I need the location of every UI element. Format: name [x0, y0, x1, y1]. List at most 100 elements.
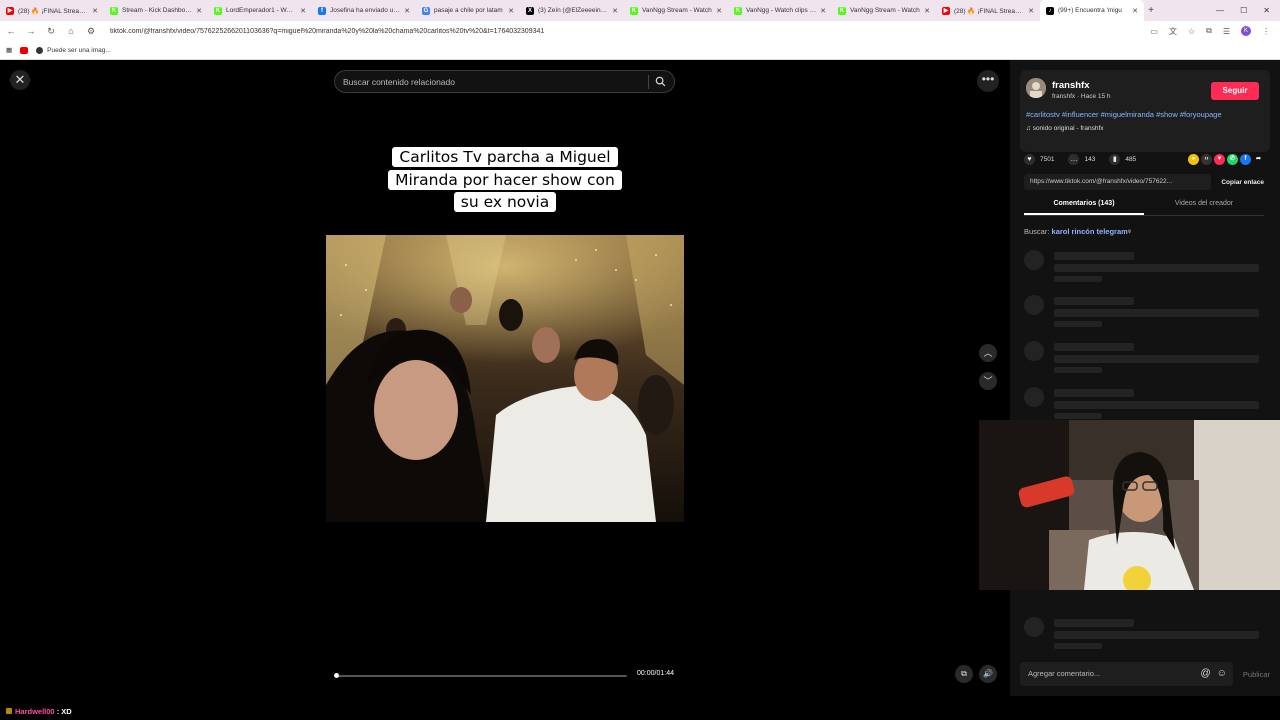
tab-favicon-icon: K: [838, 6, 846, 15]
close-window-icon[interactable]: ✕: [1263, 6, 1270, 15]
share-buttons: ● ‹› ▼ ✆ f ➦: [1188, 153, 1264, 165]
youtube-icon: [20, 46, 29, 54]
progress-knob[interactable]: [334, 673, 339, 678]
browser-tab[interactable]: Gpasaje a chile por latam ✕: [416, 0, 520, 21]
tab-creator-videos[interactable]: Videos del creador: [1144, 200, 1264, 215]
share-arrow-icon[interactable]: ➦: [1253, 154, 1264, 165]
author-avatar[interactable]: [1026, 78, 1046, 98]
save-count: 485: [1125, 155, 1137, 163]
comment-bar: Agregar comentario... @ ☺ Publicar: [1020, 662, 1270, 686]
browser-tab[interactable]: K VanNgg Stream - Watch ✕: [624, 0, 728, 21]
translate-icon[interactable]: 文: [1169, 26, 1177, 37]
embed-icon[interactable]: ‹›: [1201, 153, 1212, 165]
forward-icon[interactable]: →: [26, 26, 36, 36]
volume-button[interactable]: 🔊: [979, 665, 997, 683]
browser-tab[interactable]: K Stream - Kick Dashboard ✕: [104, 0, 208, 21]
publish-button[interactable]: Publicar: [1233, 670, 1270, 679]
search-icon[interactable]: [655, 76, 666, 87]
author-name[interactable]: franshfx: [1052, 80, 1089, 91]
address-bar: ← → ↻ ⌂ ⚙ tiktok.com/@franshfx/video/757…: [0, 21, 1280, 41]
whatsapp-icon[interactable]: ✆: [1227, 153, 1238, 165]
site-info-icon[interactable]: ⚙: [86, 26, 96, 37]
next-video-button[interactable]: ﹀: [979, 372, 997, 390]
video-column: Buscar contenido relacionado Carlitos Tv…: [326, 60, 684, 696]
minimize-icon[interactable]: —: [1216, 6, 1224, 15]
tab-close-icon[interactable]: ✕: [820, 7, 826, 15]
caption-line: su ex novia: [453, 192, 557, 212]
tab-title: LordEmperador1 - Watch: [226, 7, 297, 14]
chat-badge-icon: [6, 708, 12, 714]
sidebar-icon[interactable]: ☰: [1223, 27, 1230, 36]
related-search-input[interactable]: Buscar contenido relacionado: [334, 70, 675, 93]
bookmark-icon: ▮: [1109, 153, 1121, 165]
bookmark-star-icon[interactable]: ☆: [1188, 27, 1195, 36]
chat-message: XD: [61, 707, 72, 716]
coin-icon[interactable]: ●: [1188, 153, 1199, 165]
url-field[interactable]: tiktok.com/@franshfx/video/7576225266201…: [106, 28, 1140, 35]
search-placeholder: Buscar contenido relacionado: [343, 76, 455, 87]
tab-close-icon[interactable]: ✕: [196, 7, 202, 15]
comment-skeleton: [1024, 250, 1264, 286]
browser-tab[interactable]: K LordEmperador1 - Watch ✕: [208, 0, 312, 21]
like-stat[interactable]: ♥ 7501: [1024, 153, 1054, 165]
tab-title: (28) 🔥 ¡FINAL Stream y S: [954, 7, 1025, 15]
hashtags[interactable]: #carlitostv #influencer #miguelmiranda #…: [1026, 110, 1222, 119]
browser-tab[interactable]: f Josefina ha enviado un m ✕: [312, 0, 416, 21]
tab-favicon-icon: G: [422, 6, 430, 15]
copy-link-button[interactable]: Copiar enlace: [1211, 179, 1264, 186]
tab-title: VanNgg Stream - Watch: [642, 7, 712, 14]
tab-close-icon[interactable]: ✕: [612, 7, 618, 15]
tab-close-icon[interactable]: ✕: [404, 7, 410, 15]
reload-icon[interactable]: ↻: [46, 26, 56, 37]
back-icon[interactable]: ←: [6, 26, 16, 36]
maximize-icon[interactable]: ☐: [1240, 6, 1247, 15]
apps-grid-icon[interactable]: ▦: [6, 46, 12, 54]
bookmark-youtube[interactable]: [20, 46, 29, 54]
comment-input[interactable]: Agregar comentario... @ ☺: [1020, 662, 1233, 686]
browser-tab[interactable]: ▶ (28) 🔥 ¡FINAL Stream y S ✕: [936, 0, 1040, 21]
send-icon[interactable]: ▼: [1214, 153, 1225, 165]
comment-stat[interactable]: … 143: [1068, 153, 1095, 165]
tab-title: pasaje a chile por latam: [434, 7, 503, 14]
sound-link[interactable]: ♫ sonido original - franshfx: [1026, 125, 1104, 132]
tab-favicon-icon: X: [526, 6, 534, 15]
tab-title: (99+) Encuentra 'migu: [1058, 7, 1122, 14]
tab-comments[interactable]: Comentarios (143): [1024, 200, 1144, 215]
emoji-icon[interactable]: ☺: [1217, 662, 1227, 686]
new-tab-icon[interactable]: +: [1144, 5, 1158, 16]
more-options-button[interactable]: •••: [977, 70, 999, 92]
tab-close-icon[interactable]: ✕: [92, 7, 98, 15]
video-link-field[interactable]: https://www.tiktok.com/@franshfx/video/7…: [1024, 174, 1212, 190]
home-icon[interactable]: ⌂: [66, 26, 76, 36]
search-suggestion-link[interactable]: karol rincón telegram: [1052, 227, 1128, 236]
video-frame[interactable]: [326, 235, 684, 522]
facebook-icon[interactable]: f: [1240, 153, 1251, 165]
tab-close-icon[interactable]: ✕: [716, 7, 722, 15]
extensions-icon[interactable]: ⧉: [1206, 26, 1212, 36]
tab-close-icon[interactable]: ✕: [924, 7, 930, 15]
tab-close-icon[interactable]: ✕: [508, 7, 514, 15]
tab-close-icon[interactable]: ✕: [1028, 7, 1034, 15]
threads-icon: [36, 46, 44, 54]
follow-button[interactable]: Seguir: [1211, 82, 1259, 100]
profile-avatar[interactable]: K: [1241, 26, 1251, 36]
mention-icon[interactable]: @: [1201, 662, 1211, 686]
tab-close-icon[interactable]: ✕: [300, 7, 306, 15]
tab-close-icon[interactable]: ✕: [1132, 7, 1138, 15]
bookmark-image[interactable]: Puede ser una imag...: [36, 46, 111, 54]
browser-tab[interactable]: K VanNgg Stream - Watch ✕: [832, 0, 936, 21]
previous-video-button[interactable]: ︿: [979, 344, 997, 362]
sound-label: sonido original - franshfx: [1032, 125, 1104, 132]
cast-icon[interactable]: ▭: [1150, 27, 1158, 36]
browser-menu-icon[interactable]: ⋮: [1262, 27, 1270, 36]
browser-tab[interactable]: ▶ (28) 🔥 ¡FINAL Stream y S ✕: [0, 0, 104, 21]
floating-player-button[interactable]: ⧉: [955, 665, 973, 683]
browser-tab[interactable]: X (3) Zeín (@ElZeeeein) / X ✕: [520, 0, 624, 21]
browser-tab[interactable]: K VanNgg - Watch clips on ✕: [728, 0, 832, 21]
save-stat[interactable]: ▮ 485: [1109, 153, 1137, 165]
video-progress-bar[interactable]: [334, 673, 627, 678]
tab-title: (28) 🔥 ¡FINAL Stream y S: [18, 7, 89, 15]
search-small-icon: ᵠ: [1127, 227, 1132, 236]
browser-tab[interactable]: ♪ (99+) Encuentra 'migu ✕: [1040, 0, 1144, 21]
close-video-button[interactable]: ✕: [10, 70, 30, 90]
